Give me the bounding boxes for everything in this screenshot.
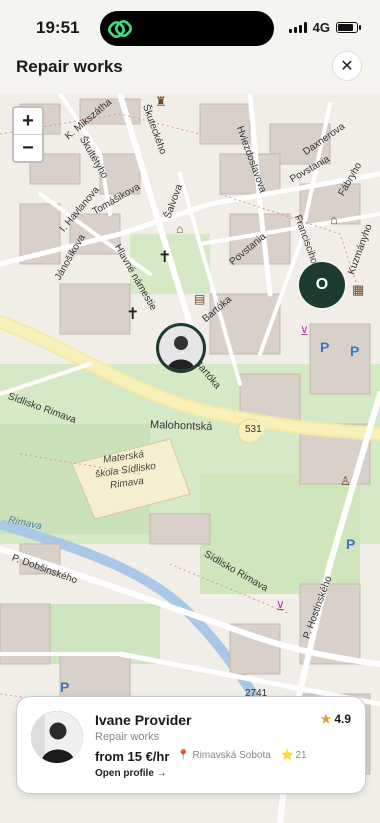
provider-map-pin[interactable] [156, 323, 206, 373]
status-time: 19:51 [36, 18, 80, 37]
app-logo-icon [108, 20, 132, 38]
zoom-out-button[interactable]: − [14, 134, 42, 161]
church-icon-2: ✝ [126, 306, 140, 323]
provider-role: Repair works [95, 731, 160, 743]
provider-rating-value: 4.9 [334, 712, 351, 726]
svg-text:P: P [350, 343, 359, 359]
person-icon: ♙ [340, 474, 351, 488]
avatar-photo-icon [31, 711, 83, 763]
zoom-in-button[interactable]: + [14, 108, 42, 134]
close-icon: ✕ [340, 58, 354, 75]
provider-name: Ivane Provider [95, 712, 192, 728]
shop-icon-2: ⊻ [276, 599, 285, 613]
library-icon: ▤ [194, 292, 206, 306]
street-label-malohontska: Malohontská [149, 418, 213, 434]
svg-text:P: P [320, 339, 329, 355]
svg-text:P: P [346, 536, 355, 552]
network-label: 4G [312, 20, 330, 35]
rating-star-icon: ★ [320, 712, 332, 726]
museum-icon: ♜ [155, 94, 167, 109]
provider-reviews: ⭐ 21 [281, 750, 307, 761]
provider-location-text: Rimavská Sobota [192, 750, 271, 761]
provider-location: 📍 Rimavská Sobota [177, 750, 271, 761]
page-title: Repair works [16, 57, 123, 76]
svg-text:P: P [60, 679, 69, 695]
road-number-label: 531 [243, 424, 264, 435]
cinema-icon: ▦ [352, 282, 365, 297]
status-bar: 19:51 4G [0, 0, 380, 50]
shop-icon: ⊻ [300, 324, 309, 338]
signal-icon [288, 22, 307, 33]
avatar-photo-icon [159, 326, 203, 370]
provider-card[interactable]: Ivane Provider Repair works from 15 €/hr… [16, 696, 366, 794]
government-icon: ⌂ [330, 212, 338, 227]
church-icon: ✝ [158, 249, 172, 266]
cluster-map-pin[interactable]: O [299, 262, 345, 308]
landmark-icon: ⌂ [176, 222, 184, 236]
location-pin-icon: 📍 [177, 750, 190, 761]
provider-review-count: 21 [295, 750, 307, 761]
provider-rating: ★ 4.9 [321, 712, 351, 726]
provider-price: from 15 €/hr [95, 749, 170, 764]
battery-icon [336, 22, 361, 33]
open-profile-link[interactable]: Open profile → [95, 768, 167, 779]
page-header: Repair works ✕ [0, 50, 380, 94]
status-indicators: 4G [288, 20, 361, 35]
close-button[interactable]: ✕ [332, 51, 362, 81]
avatar [31, 711, 83, 763]
dynamic-island [100, 11, 274, 46]
zoom-controls: + − [12, 106, 44, 163]
review-star-icon: ⭐ [281, 750, 294, 761]
